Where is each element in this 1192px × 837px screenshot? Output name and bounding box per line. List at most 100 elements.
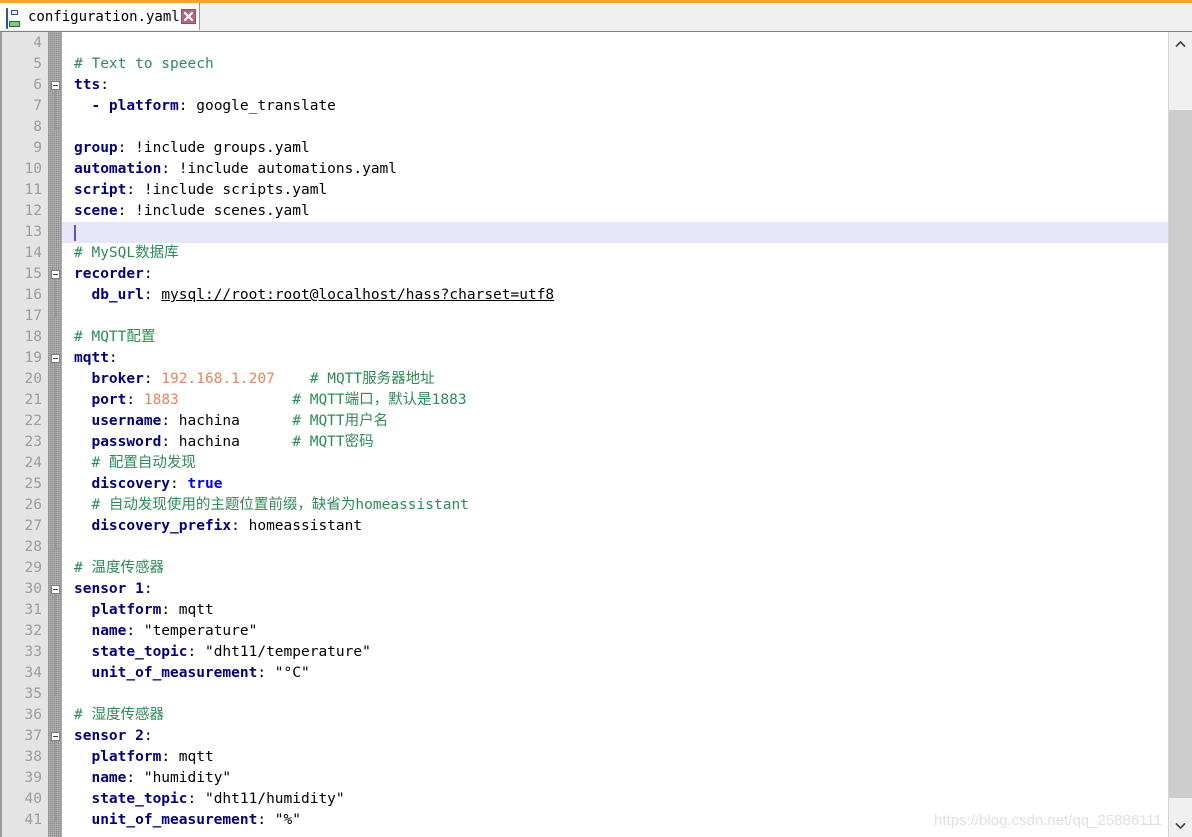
code-line[interactable]: 4	[0, 33, 1192, 54]
code-line[interactable]: 20 broker: 192.168.1.207 # MQTT服务器地址	[0, 369, 1192, 390]
line-content[interactable]: sensor 1:	[74, 579, 153, 600]
line-content[interactable]: # 配置自动发现	[74, 453, 195, 474]
line-content[interactable]: port: 1883 # MQTT端口，默认是1883	[74, 390, 466, 411]
line-content[interactable]: recorder:	[74, 264, 153, 285]
floppy-disk-icon	[6, 7, 22, 29]
code-line[interactable]: 31 platform: mqtt	[0, 600, 1192, 621]
line-content[interactable]: discovery: true	[74, 474, 222, 495]
fold-collapse-icon[interactable]	[51, 270, 60, 279]
line-number: 35	[24, 686, 42, 702]
code-line[interactable]: 6 tts:	[0, 75, 1192, 96]
code-line[interactable]: 25 discovery: true	[0, 474, 1192, 495]
code-line[interactable]: 32 name: "temperature"	[0, 621, 1192, 642]
code-editor[interactable]: 4 5 # Text to speech 6 tts: 7 - platform: goo…	[0, 31, 1192, 837]
code-line[interactable]: 28	[0, 537, 1192, 558]
code-line[interactable]: 27 discovery_prefix: homeassistant	[0, 516, 1192, 537]
code-line[interactable]: 17	[0, 306, 1192, 327]
line-content[interactable]: state_topic: "dht11/humidity"	[74, 789, 344, 810]
code-line[interactable]: 13	[0, 222, 1192, 243]
code-line[interactable]: 30 sensor 1:	[0, 579, 1192, 600]
line-number: 14	[24, 245, 42, 261]
line-content[interactable]: state_topic: "dht11/temperature"	[74, 642, 370, 663]
code-line[interactable]: 16 db_url: mysql://root:root@localhost/h…	[0, 285, 1192, 306]
line-content[interactable]: # MQTT配置	[74, 327, 155, 348]
line-content[interactable]: scene: !include scenes.yaml	[74, 201, 310, 222]
code-line[interactable]: 40 state_topic: "dht11/humidity"	[0, 789, 1192, 810]
code-line[interactable]: 39 name: "humidity"	[0, 768, 1192, 789]
line-number: 16	[24, 287, 42, 303]
code-line[interactable]: 22 username: hachina # MQTT用户名	[0, 411, 1192, 432]
code-line[interactable]: 10 automation: !include automations.yaml	[0, 159, 1192, 180]
line-content[interactable]: # MySQL数据库	[74, 243, 179, 264]
line-number: 7	[33, 98, 42, 114]
code-line[interactable]: 21 port: 1883 # MQTT端口，默认是1883	[0, 390, 1192, 411]
code-line[interactable]: 8	[0, 117, 1192, 138]
line-content[interactable]: group: !include groups.yaml	[74, 138, 310, 159]
line-number: 26	[24, 497, 42, 513]
line-content[interactable]: username: hachina # MQTT用户名	[74, 411, 388, 432]
line-number: 10	[24, 161, 42, 177]
close-icon[interactable]	[180, 9, 196, 24]
line-number: 15	[24, 266, 42, 282]
line-number: 39	[24, 770, 42, 786]
code-line[interactable]: 7 - platform: google_translate	[0, 96, 1192, 117]
vertical-scrollbar[interactable]	[1168, 32, 1192, 837]
line-content[interactable]: discovery_prefix: homeassistant	[74, 516, 362, 537]
line-content[interactable]: unit_of_measurement: "°C"	[74, 663, 309, 684]
line-content[interactable]: db_url: mysql://root:root@localhost/hass…	[74, 285, 554, 306]
line-content[interactable]: sensor 2:	[74, 726, 153, 747]
line-content[interactable]: mqtt:	[74, 348, 118, 369]
line-content[interactable]: unit_of_measurement: "%"	[74, 810, 301, 831]
watermark: https://blog.csdn.net/qq_25886111	[934, 812, 1162, 829]
code-line[interactable]: 34 unit_of_measurement: "°C"	[0, 663, 1192, 684]
scroll-down-icon[interactable]	[1169, 814, 1192, 837]
text-caret	[74, 225, 76, 241]
line-number: 17	[24, 308, 42, 324]
line-content[interactable]: script: !include scripts.yaml	[74, 180, 327, 201]
code-line[interactable]: 5 # Text to speech	[0, 54, 1192, 75]
fold-collapse-icon[interactable]	[51, 354, 60, 363]
line-content[interactable]: name: "temperature"	[74, 621, 257, 642]
line-content[interactable]: tts:	[74, 75, 109, 96]
code-line[interactable]: 26 # 自动发现使用的主题位置前缀，缺省为homeassistant	[0, 495, 1192, 516]
line-content[interactable]: - platform: google_translate	[74, 96, 335, 117]
fold-collapse-icon[interactable]	[51, 585, 60, 594]
scrollbar-thumb[interactable]	[1169, 110, 1192, 798]
code-line[interactable]: 29 # 温度传感器	[0, 558, 1192, 579]
fold-collapse-icon[interactable]	[51, 732, 60, 741]
line-content[interactable]: # Text to speech	[74, 54, 214, 75]
line-content[interactable]: # 自动发现使用的主题位置前缀，缺省为homeassistant	[74, 495, 468, 516]
code-line[interactable]: 38 platform: mqtt	[0, 747, 1192, 768]
line-content[interactable]: # 温度传感器	[74, 558, 164, 579]
code-line[interactable]: 33 state_topic: "dht11/temperature"	[0, 642, 1192, 663]
code-line[interactable]: 36 # 湿度传感器	[0, 705, 1192, 726]
line-content[interactable]: # 湿度传感器	[74, 705, 164, 726]
fold-collapse-icon[interactable]	[51, 81, 60, 90]
line-content[interactable]: password: hachina # MQTT密码	[74, 432, 373, 453]
line-content[interactable]: automation: !include automations.yaml	[74, 159, 397, 180]
tab-configuration-yaml[interactable]: configuration.yaml	[0, 3, 200, 30]
line-number: 19	[24, 350, 42, 366]
line-content[interactable]: broker: 192.168.1.207 # MQTT服务器地址	[74, 369, 434, 390]
line-number: 21	[24, 392, 42, 408]
code-line[interactable]: 9 group: !include groups.yaml	[0, 138, 1192, 159]
line-content[interactable]: platform: mqtt	[74, 747, 213, 768]
code-line[interactable]: 23 password: hachina # MQTT密码	[0, 432, 1192, 453]
code-line[interactable]: 24 # 配置自动发现	[0, 453, 1192, 474]
code-line[interactable]: 11 script: !include scripts.yaml	[0, 180, 1192, 201]
fold-end-cap	[55, 317, 60, 318]
code-line[interactable]: 37 sensor 2:	[0, 726, 1192, 747]
fold-end-cap	[55, 821, 60, 822]
code-line[interactable]: 18 # MQTT配置	[0, 327, 1192, 348]
code-line[interactable]: 14 # MySQL数据库	[0, 243, 1192, 264]
code-line[interactable]: 19 mqtt:	[0, 348, 1192, 369]
line-content[interactable]: name: "humidity"	[74, 768, 231, 789]
code-line[interactable]: 15 recorder:	[0, 264, 1192, 285]
scroll-up-icon[interactable]	[1169, 32, 1192, 56]
code-line[interactable]: 12 scene: !include scenes.yaml	[0, 201, 1192, 222]
line-number: 33	[24, 644, 42, 660]
line-number: 34	[24, 665, 42, 681]
code-line[interactable]: 35	[0, 684, 1192, 705]
line-number: 28	[24, 539, 42, 555]
line-content[interactable]: platform: mqtt	[74, 600, 213, 621]
